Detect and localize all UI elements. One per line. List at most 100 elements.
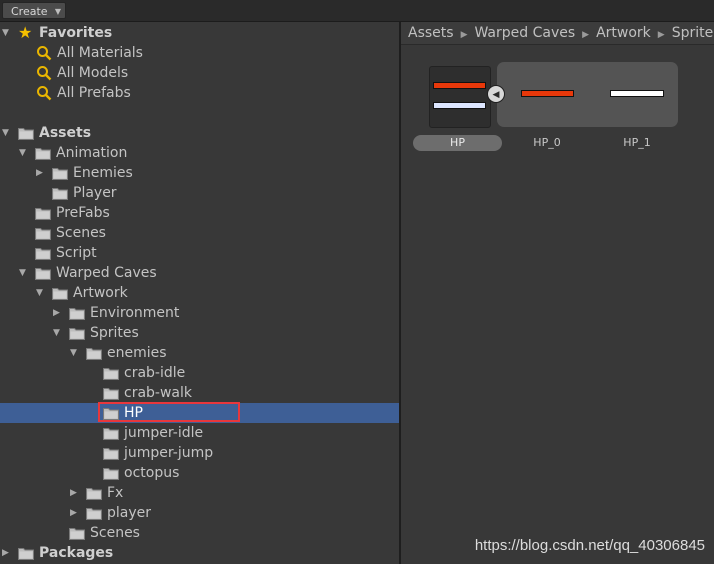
tree-item-label: Scenes (56, 225, 106, 241)
tree-folder-enemies[interactable]: ▼ enemies (0, 343, 399, 363)
collapsed-arrow-icon[interactable]: ▶ (2, 547, 12, 559)
asset-label-hp0[interactable]: HP_0 (517, 135, 577, 151)
folder-icon (35, 206, 51, 220)
expand-down-arrow-icon[interactable]: ▼ (2, 27, 12, 39)
tree-folder-player[interactable]: Player (0, 183, 399, 203)
tree-item-label: octopus (124, 465, 180, 481)
tree-folder-crab-walk[interactable]: crab-walk (0, 383, 399, 403)
sub-asset-panel (497, 62, 678, 127)
tree-item-label: jumper-idle (124, 425, 204, 441)
tree-item-label: Warped Caves (56, 265, 157, 281)
tree-item-label: Assets (39, 125, 92, 141)
tree-item-label: Fx (107, 485, 124, 501)
highlight-annotation (98, 402, 240, 422)
expand-down-arrow-icon[interactable]: ▼ (70, 347, 80, 359)
folder-icon (35, 226, 51, 240)
tree-folder-warped-caves[interactable]: ▼ Warped Caves (0, 263, 399, 283)
tree-folder-environment[interactable]: ▶ Environment (0, 303, 399, 323)
tree-item-label: crab-walk (124, 385, 192, 401)
search-icon (36, 85, 52, 101)
tree-item-label: Player (73, 185, 117, 201)
tree-item-label: All Models (57, 65, 129, 81)
folder-icon (18, 126, 34, 140)
folder-icon (86, 346, 102, 360)
hp-red-bar-icon (433, 82, 486, 89)
collapsed-arrow-icon[interactable]: ▶ (70, 507, 80, 519)
expand-down-arrow-icon[interactable]: ▼ (19, 267, 29, 279)
folder-icon (52, 166, 68, 180)
tree-item-label: Animation (56, 145, 128, 161)
tree-item-label: Script (56, 245, 97, 261)
tree-item-label: All Materials (57, 45, 143, 61)
expand-down-arrow-icon[interactable]: ▼ (19, 147, 29, 159)
tree-item-label: enemies (107, 345, 167, 361)
tree-folder-player[interactable]: ▶ player (0, 503, 399, 523)
project-toolbar: Create ▼ (0, 0, 714, 22)
asset-label-hp1[interactable]: HP_1 (607, 135, 667, 151)
tree-folder-octopus[interactable]: octopus (0, 463, 399, 483)
folder-icon (69, 306, 85, 320)
hp0-red-bar-icon[interactable] (521, 90, 574, 97)
breadcrumb-item[interactable]: Warped Caves (474, 25, 575, 41)
tree-folder-animation[interactable]: ▼ Animation (0, 143, 399, 163)
folder-icon (52, 286, 68, 300)
folder-icon (52, 186, 68, 200)
breadcrumb-item[interactable]: Artwork (596, 25, 651, 41)
tree-item-label: PreFabs (56, 205, 110, 221)
tree-folder-prefabs[interactable]: PreFabs (0, 203, 399, 223)
tree-folder-crab-idle[interactable]: crab-idle (0, 363, 399, 383)
tree-packages[interactable]: ▶ Packages (0, 543, 399, 563)
folder-icon (35, 246, 51, 260)
folder-icon (103, 386, 119, 400)
collapse-subassets-icon[interactable]: ◀ (487, 85, 505, 103)
tree-folder-fx[interactable]: ▶ Fx (0, 483, 399, 503)
tree-item-label: Enemies (73, 165, 133, 181)
folder-icon (103, 426, 119, 440)
collapsed-arrow-icon[interactable]: ▶ (53, 307, 63, 319)
collapsed-arrow-icon[interactable]: ▶ (36, 167, 46, 179)
folder-icon (18, 546, 34, 560)
watermark: https://blog.csdn.net/qq_40306845 (474, 537, 705, 554)
expand-down-arrow-icon[interactable]: ▼ (53, 327, 63, 339)
project-tree: ▼ ★ Favorites All Materials All Models All Pr… (0, 22, 399, 564)
create-button[interactable]: Create ▼ (2, 2, 66, 19)
tree-item-label: Packages (39, 545, 114, 561)
tree-folder-scenes[interactable]: Scenes (0, 523, 399, 543)
breadcrumb-item[interactable]: Sprites (672, 25, 714, 41)
favorite-item[interactable]: All Prefabs (0, 83, 399, 103)
favorite-item[interactable]: All Models (0, 63, 399, 83)
search-icon (36, 45, 52, 61)
dropdown-arrow-icon: ▼ (54, 7, 61, 16)
expand-down-arrow-icon[interactable]: ▼ (2, 127, 12, 139)
tree-item-label: Sprites (90, 325, 139, 341)
search-icon (36, 65, 52, 81)
tree-folder-enemies[interactable]: ▶ Enemies (0, 163, 399, 183)
favorite-item[interactable]: All Materials (0, 43, 399, 63)
tree-item-label: player (107, 505, 152, 521)
tree-favorites[interactable]: ▼ ★ Favorites (0, 23, 399, 43)
folder-icon (35, 146, 51, 160)
tree-item-label: Environment (90, 305, 180, 321)
tree-folder-script[interactable]: Script (0, 243, 399, 263)
tree-folder-jumper-idle[interactable]: jumper-idle (0, 423, 399, 443)
collapsed-arrow-icon[interactable]: ▶ (70, 487, 80, 499)
tree-item-label: jumper-jump (124, 445, 214, 461)
folder-icon (103, 466, 119, 480)
tree-folder-artwork[interactable]: ▼ Artwork (0, 283, 399, 303)
folder-icon (86, 486, 102, 500)
folder-icon (103, 446, 119, 460)
hp1-white-bar-icon[interactable] (610, 90, 664, 97)
tree-folder-jumper-jump[interactable]: jumper-jump (0, 443, 399, 463)
star-icon: ★ (18, 23, 33, 42)
tree-assets[interactable]: ▼ Assets (0, 123, 399, 143)
breadcrumb-item[interactable]: Assets (408, 25, 454, 41)
asset-label-hp[interactable]: HP (413, 135, 502, 151)
folder-icon (69, 526, 85, 540)
breadcrumb-separator-icon: ▶ (460, 30, 468, 40)
tree-folder-sprites[interactable]: ▼ Sprites (0, 323, 399, 343)
hp-sprite-thumbnail[interactable] (429, 66, 491, 128)
folder-icon (69, 326, 85, 340)
expand-down-arrow-icon[interactable]: ▼ (36, 287, 46, 299)
tree-folder-scenes[interactable]: Scenes (0, 223, 399, 243)
folder-icon (35, 266, 51, 280)
